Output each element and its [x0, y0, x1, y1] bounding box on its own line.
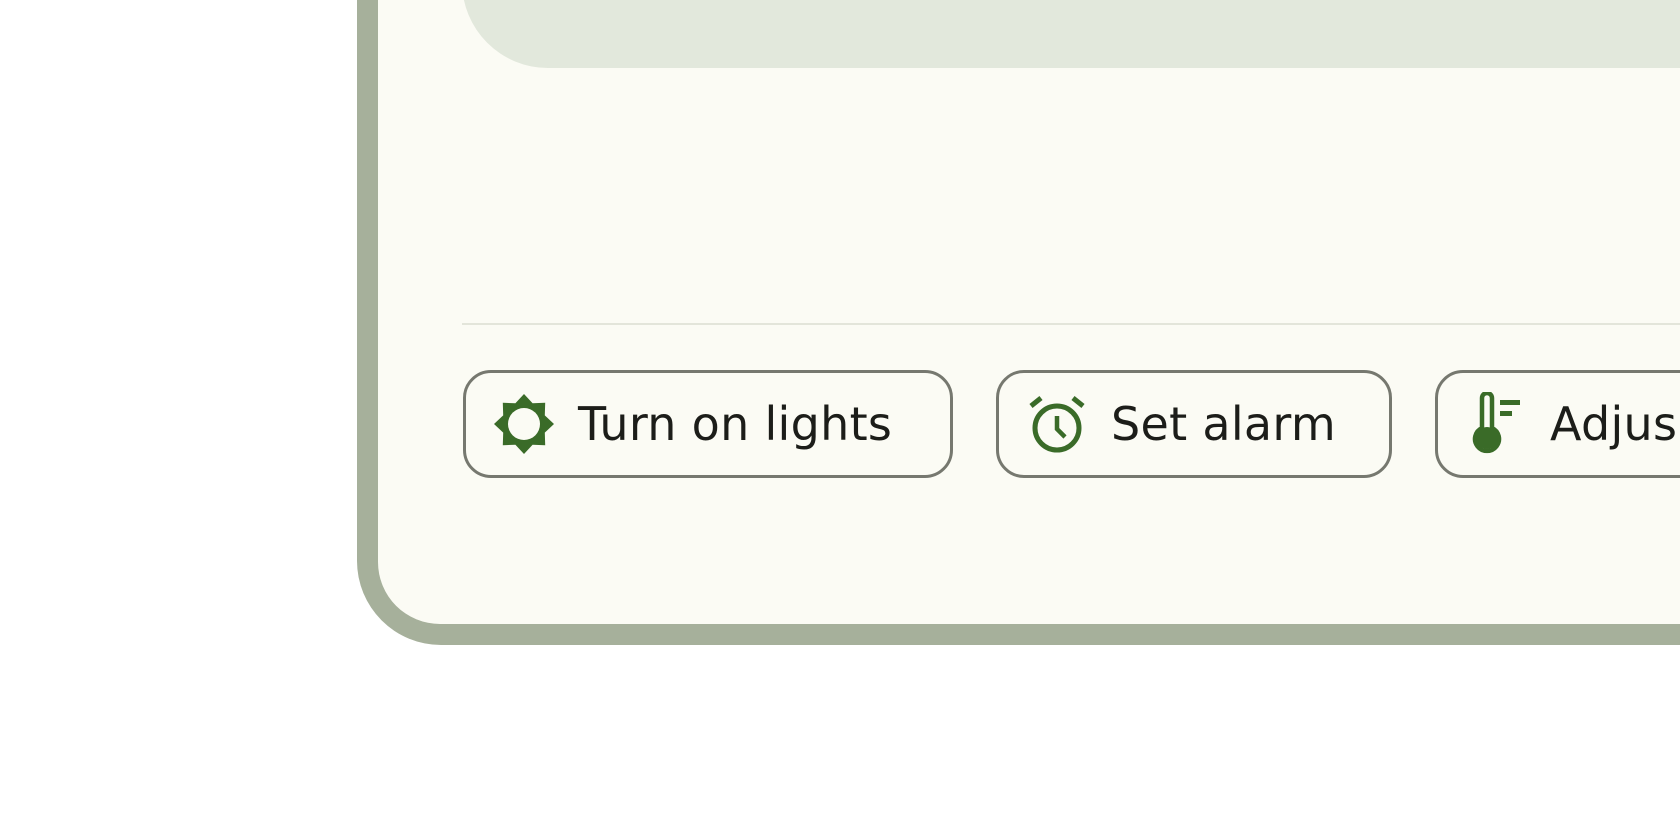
- set-alarm-chip[interactable]: Set alarm: [996, 370, 1392, 478]
- chip-label: Turn on lights: [578, 397, 893, 451]
- adjust-temperature-chip[interactable]: Adjus: [1435, 370, 1680, 478]
- device-screen: Turn on lights Set alarm Adjus: [378, 0, 1680, 624]
- thermostat-icon: [1464, 392, 1528, 456]
- content-panel: [462, 0, 1680, 68]
- divider: [462, 323, 1680, 325]
- chip-label: Adjus: [1550, 397, 1678, 451]
- turn-on-lights-chip[interactable]: Turn on lights: [463, 370, 953, 478]
- chip-label: Set alarm: [1111, 397, 1336, 451]
- brightness-icon: [492, 392, 556, 456]
- alarm-clock-icon: [1025, 392, 1089, 456]
